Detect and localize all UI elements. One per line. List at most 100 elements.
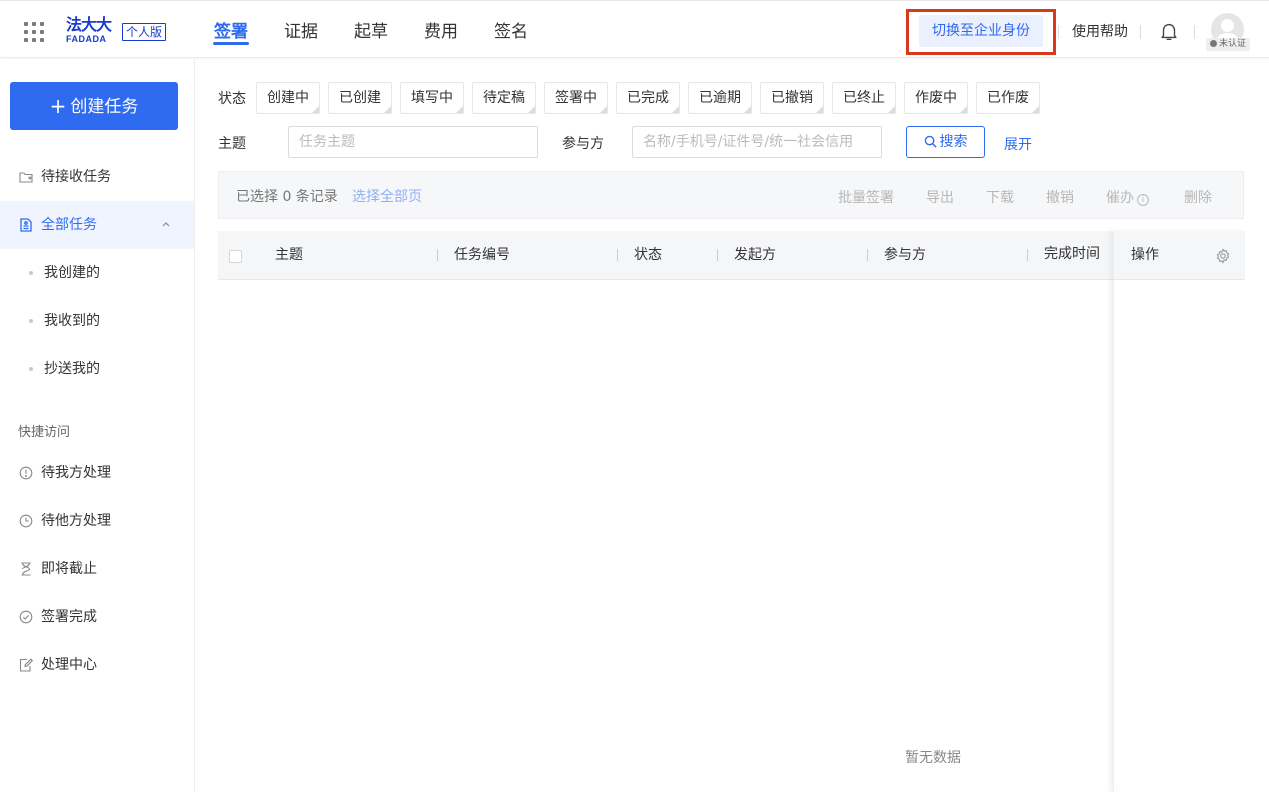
sidebar: + 创建任务 待接收任务 全部任务 我创建的 我收到的 抄送我的 快捷访问 待我方… (0, 59, 195, 792)
expand-link[interactable]: 展开 (1004, 134, 1032, 154)
sidebar-sub-label: 我创建的 (44, 265, 100, 281)
export-button[interactable]: 导出 (926, 187, 954, 207)
operation-header: 操作 (1114, 231, 1245, 280)
table-header: 主题 任务编号 状态 发起方 参与方 完成时间 (218, 231, 1244, 280)
download-button[interactable]: 下载 (986, 187, 1014, 207)
urge-button[interactable]: 催办 i (1106, 187, 1149, 207)
sidebar-sub-item-received[interactable]: 我收到的 (0, 297, 194, 345)
column-separator (1027, 249, 1028, 261)
app-grid-icon[interactable] (24, 22, 44, 42)
edit-document-icon (19, 658, 33, 672)
status-tag-terminated[interactable]: 已终止 (832, 82, 896, 114)
create-task-button[interactable]: + 创建任务 (10, 82, 178, 130)
status-tag-overdue[interactable]: 已逾期 (688, 82, 752, 114)
sidebar-item-label: 全部任务 (41, 217, 97, 233)
alert-icon (1209, 40, 1217, 47)
column-separator (717, 249, 718, 261)
unverified-label: 未认证 (1218, 39, 1246, 49)
column-separator (437, 249, 438, 261)
status-tag-creating[interactable]: 创建中 (256, 82, 320, 114)
empty-state-text: 暂无数据 (905, 750, 961, 766)
bullet-dot (29, 319, 33, 323)
participant-label: 参与方 (562, 136, 604, 152)
status-tag-voided[interactable]: 已作废 (976, 82, 1040, 114)
column-status[interactable]: 状态 (634, 231, 662, 280)
status-tag-filling[interactable]: 填写中 (400, 82, 464, 114)
participant-input[interactable] (632, 126, 882, 158)
quick-access-heading: 快捷访问 (18, 425, 71, 440)
gear-icon[interactable] (1215, 248, 1231, 264)
bullet-dot (29, 367, 33, 371)
status-label: 状态 (218, 91, 246, 107)
info-icon: i (1137, 194, 1149, 206)
create-task-label: 创建任务 (70, 97, 139, 117)
column-task-number[interactable]: 任务编号 (454, 231, 510, 280)
batch-sign-button[interactable]: 批量签署 (838, 187, 894, 207)
select-all-checkbox[interactable] (229, 250, 242, 263)
column-subject[interactable]: 主题 (275, 231, 303, 280)
column-separator (867, 249, 868, 261)
sidebar-item-pending-others[interactable]: 待他方处理 (0, 497, 194, 545)
nav-sign[interactable]: 签署 (196, 1, 266, 59)
sidebar-item-due-soon[interactable]: 即将截止 (0, 545, 194, 593)
status-tag-pending-final[interactable]: 待定稿 (472, 82, 536, 114)
column-participants[interactable]: 参与方 (884, 231, 926, 280)
sidebar-item-label: 即将截止 (41, 561, 97, 577)
alert-circle-icon (19, 466, 33, 480)
sidebar-sub-item-created[interactable]: 我创建的 (0, 249, 194, 297)
select-all-pages-link[interactable]: 选择全部页 (352, 186, 422, 206)
sidebar-item-label: 处理中心 (41, 657, 97, 673)
switch-enterprise-button[interactable]: 切换至企业身份 (919, 15, 1043, 47)
column-completed-time[interactable]: 完成时间 (1044, 231, 1100, 280)
search-button[interactable]: 搜索 (906, 126, 985, 158)
sidebar-item-processing-center[interactable]: 处理中心 (0, 641, 194, 689)
nav-evidence[interactable]: 证据 (266, 1, 336, 59)
bullet-dot (29, 271, 33, 275)
chevron-up-icon (162, 222, 170, 227)
sidebar-item-label: 待我方处理 (41, 465, 111, 481)
help-link[interactable]: 使用帮助 (1072, 21, 1128, 41)
status-tag-created[interactable]: 已创建 (328, 82, 392, 114)
main-nav: 签署 证据 起草 费用 签名 (196, 1, 546, 59)
logo-cn: 法大大 (66, 15, 112, 34)
header-divider (1194, 25, 1195, 39)
check-circle-icon (19, 610, 33, 624)
subject-input[interactable] (288, 126, 538, 158)
sidebar-sub-label: 我收到的 (44, 313, 100, 329)
nav-signature[interactable]: 签名 (476, 1, 546, 59)
sidebar-item-label: 待接收任务 (41, 169, 111, 185)
status-tag-voiding[interactable]: 作废中 (904, 82, 968, 114)
sidebar-item-signed[interactable]: 签署完成 (0, 593, 194, 641)
operation-column: 操作 (1113, 231, 1245, 792)
folder-inbox-icon (19, 172, 33, 183)
document-icon (20, 218, 32, 232)
column-initiator[interactable]: 发起方 (734, 231, 776, 280)
fadada-logo[interactable]: 法大大 FADADA (66, 17, 116, 45)
sidebar-sub-label: 抄送我的 (44, 361, 100, 377)
plus-icon: + (49, 94, 67, 118)
top-header: 法大大 FADADA 个人版 签署 证据 起草 费用 签名 切换至企业身份 使用… (0, 0, 1269, 58)
sidebar-item-label: 待他方处理 (41, 513, 111, 529)
bell-icon[interactable] (1158, 20, 1180, 42)
status-tag-signing[interactable]: 签署中 (544, 82, 608, 114)
sidebar-sub-item-cc[interactable]: 抄送我的 (0, 345, 194, 393)
status-filter-row: 状态 创建中 已创建 填写中 待定稿 签署中 已完成 已逾期 已撤销 已终止 作… (218, 82, 1048, 114)
operation-label: 操作 (1131, 247, 1159, 263)
selected-count: 已选择 0 条记录 (236, 189, 338, 205)
header-divider (1058, 25, 1059, 39)
delete-button[interactable]: 删除 (1184, 187, 1212, 207)
logo-en: FADADA (66, 34, 107, 44)
revoke-button[interactable]: 撤销 (1046, 187, 1074, 207)
status-tag-revoked[interactable]: 已撤销 (760, 82, 824, 114)
sidebar-item-pending-receive[interactable]: 待接收任务 (0, 153, 194, 201)
sidebar-item-label: 签署完成 (41, 609, 97, 625)
nav-draft[interactable]: 起草 (336, 1, 406, 59)
edition-badge: 个人版 (122, 23, 167, 41)
batch-action-bar: 已选择 0 条记录 选择全部页 批量签署 导出 下载 撤销 催办 i 删除 (218, 171, 1244, 219)
nav-fees[interactable]: 费用 (406, 1, 476, 59)
status-tag-completed[interactable]: 已完成 (616, 82, 680, 114)
hourglass-icon (21, 562, 31, 576)
user-avatar-menu[interactable]: 未认证 (1206, 13, 1250, 55)
sidebar-item-pending-mine[interactable]: 待我方处理 (0, 449, 194, 497)
sidebar-item-all-tasks[interactable]: 全部任务 (0, 201, 194, 249)
